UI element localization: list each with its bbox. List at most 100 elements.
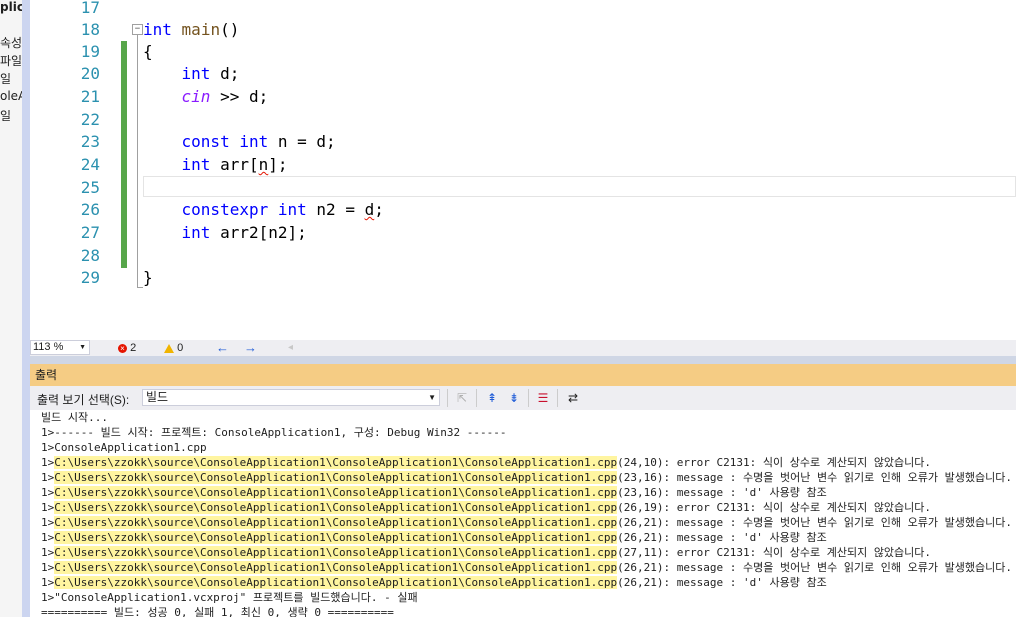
- zoom-value: 113 %: [33, 341, 64, 353]
- error-circle-icon: ×: [118, 343, 127, 353]
- code-line-23[interactable]: const int n = d;: [143, 131, 336, 153]
- output-line: 1>C:\Users\zzokk\source\ConsoleApplicati…: [41, 500, 931, 515]
- line-number: 24: [80, 155, 100, 174]
- tree-item-file[interactable]: 일: [0, 70, 11, 87]
- line-number: 21: [80, 87, 100, 106]
- output-line: 1>"ConsoleApplication1.vcxproj" 프로젝트를 빌드…: [41, 590, 418, 605]
- pane-splitter[interactable]: [30, 356, 1016, 364]
- output-line-prefix: 1>: [41, 516, 55, 529]
- keyword: constexpr: [181, 200, 269, 219]
- output-file-path-link[interactable]: C:\Users\zzokk\source\ConsoleApplication…: [54, 561, 618, 574]
- code-text: d;: [210, 64, 240, 83]
- output-line-prefix: 1>: [41, 561, 55, 574]
- output-message: (26,21): message : 'd' 사용량 참조: [617, 531, 827, 544]
- output-toolbar: 출력 보기 선택(S): 빌드 ▼ ⇱ ⇞ ⇟ ☰ ⇄: [30, 386, 1016, 410]
- output-file-path-link[interactable]: C:\Users\zzokk\source\ConsoleApplication…: [54, 516, 618, 529]
- clear-all-icon[interactable]: ☰: [535, 390, 551, 406]
- code-line-19[interactable]: {: [143, 41, 153, 63]
- output-line: 1>C:\Users\zzokk\source\ConsoleApplicati…: [41, 575, 827, 590]
- output-message: (26,21): message : 수명을 벗어난 변수 읽기로 인해 오류가…: [617, 516, 1012, 529]
- keyword: int: [239, 132, 269, 151]
- keyword: int: [181, 64, 211, 83]
- output-message: (26,21): message : 'd' 사용량 참조: [617, 576, 827, 589]
- output-message: (24,10): error C2131: 식이 상수로 계산되지 않았습니다.: [617, 456, 932, 469]
- output-text-area[interactable]: 빌드 시작... 1>------ 빌드 시작: 프로젝트: ConsoleApp…: [30, 410, 1016, 617]
- word-wrap-icon[interactable]: ⇄: [565, 390, 581, 406]
- code-editor[interactable]: 17 18 19 20 21 22 23 24 25 26 27 28 29 −…: [30, 0, 1016, 340]
- output-line-prefix: 1>------ 빌드 시작: 프로젝트: ConsoleApplication…: [41, 426, 507, 439]
- output-line-prefix: 1>"ConsoleApplication1.vcxproj" 프로젝트를 빌드…: [41, 591, 418, 604]
- output-file-path-link[interactable]: C:\Users\zzokk\source\ConsoleApplication…: [54, 471, 618, 484]
- output-file-path-link[interactable]: C:\Users\zzokk\source\ConsoleApplication…: [54, 546, 618, 559]
- error-count: 2: [130, 342, 137, 354]
- output-window-title[interactable]: 출력: [30, 364, 1016, 386]
- output-line: 1>------ 빌드 시작: 프로젝트: ConsoleApplication…: [41, 425, 506, 440]
- output-line: 1>C:\Users\zzokk\source\ConsoleApplicati…: [41, 560, 1012, 575]
- output-source-label: 출력 보기 선택(S):: [37, 393, 130, 407]
- next-message-icon[interactable]: ⇟: [506, 390, 522, 406]
- output-line-prefix: 1>: [41, 456, 55, 469]
- output-file-path-link[interactable]: C:\Users\zzokk\source\ConsoleApplication…: [54, 531, 618, 544]
- code-line-29[interactable]: }: [143, 267, 153, 289]
- error-count-button[interactable]: × 2: [118, 341, 136, 355]
- warning-count-button[interactable]: 0: [164, 341, 183, 355]
- line-number: 22: [80, 110, 100, 129]
- output-line-prefix: 1>: [41, 471, 55, 484]
- code-line-27[interactable]: int arr2[n2];: [143, 222, 307, 244]
- output-file-path-link[interactable]: C:\Users\zzokk\source\ConsoleApplication…: [54, 576, 618, 589]
- code-line-26[interactable]: constexpr int n2 = d;: [143, 199, 384, 221]
- zoom-dropdown[interactable]: 113 % ▼: [30, 340, 90, 355]
- line-number: 23: [80, 132, 100, 151]
- line-number: 29: [80, 268, 100, 287]
- keyword: int: [181, 223, 211, 242]
- keyword: int: [143, 20, 172, 39]
- output-line: 1>C:\Users\zzokk\source\ConsoleApplicati…: [41, 545, 931, 560]
- output-line: 1>C:\Users\zzokk\source\ConsoleApplicati…: [41, 485, 827, 500]
- line-number: 18: [80, 20, 100, 39]
- go-to-source-icon[interactable]: ⇱: [454, 390, 470, 406]
- chevron-down-icon: ▼: [428, 393, 436, 402]
- code-line-24[interactable]: int arr[n];: [143, 154, 288, 176]
- panel-divider[interactable]: [22, 0, 30, 617]
- error-squiggle[interactable]: n: [259, 155, 269, 174]
- line-number: 20: [80, 64, 100, 83]
- warning-count: 0: [177, 342, 184, 354]
- tree-item-properties[interactable]: 속성: [0, 34, 22, 51]
- output-message: (26,21): message : 수명을 벗어난 변수 읽기로 인해 오류가…: [617, 561, 1012, 574]
- collapse-toggle[interactable]: −: [132, 24, 143, 35]
- output-message: (23,16): message : 'd' 사용량 참조: [617, 486, 827, 499]
- line-number: 19: [80, 42, 100, 61]
- output-file-path-link[interactable]: C:\Users\zzokk\source\ConsoleApplication…: [54, 501, 618, 514]
- scroll-left-icon[interactable]: ◂: [288, 340, 293, 355]
- output-line-prefix: 1>ConsoleApplication1.cpp: [41, 441, 207, 454]
- tree-item-console-app[interactable]: oleA: [0, 89, 22, 103]
- output-line-prefix: 1>: [41, 486, 55, 499]
- output-line-prefix: 빌드 시작...: [41, 411, 108, 424]
- solution-explorer-panel: plica 속성 파일 일 oleA 일: [0, 0, 22, 617]
- code-text: ;: [374, 200, 384, 219]
- keyword: const: [181, 132, 230, 151]
- current-line-highlight: [143, 176, 1016, 197]
- output-file-path-link[interactable]: C:\Users\zzokk\source\ConsoleApplication…: [54, 456, 618, 469]
- change-tracking-bar: [121, 41, 127, 268]
- function-name: main: [181, 20, 221, 39]
- code-text: ];: [268, 155, 288, 174]
- error-squiggle[interactable]: d: [365, 200, 375, 219]
- output-source-dropdown[interactable]: 빌드 ▼: [142, 389, 440, 406]
- tree-item-file-2[interactable]: 일: [0, 107, 11, 124]
- solution-explorer-title: plica: [0, 0, 22, 14]
- code-line-18[interactable]: int main(): [143, 19, 239, 41]
- arrow-forward-icon[interactable]: →: [244, 340, 257, 355]
- prev-message-icon[interactable]: ⇞: [484, 390, 500, 406]
- output-line-prefix: ========== 빌드: 성공 0, 실패 1, 최신 0, 생략 0 ==…: [41, 606, 394, 617]
- output-message: (26,19): error C2131: 식이 상수로 계산되지 않았습니다.: [617, 501, 932, 514]
- output-line: ========== 빌드: 성공 0, 실패 1, 최신 0, 생략 0 ==…: [41, 605, 394, 617]
- tree-item-files[interactable]: 파일: [0, 52, 22, 69]
- line-number-gutter: 17 18 19 20 21 22 23 24 25 26 27 28 29: [30, 0, 100, 340]
- output-line: 1>C:\Users\zzokk\source\ConsoleApplicati…: [41, 455, 931, 470]
- output-file-path-link[interactable]: C:\Users\zzokk\source\ConsoleApplication…: [54, 486, 618, 499]
- arrow-back-icon[interactable]: ←: [216, 340, 229, 355]
- code-line-20[interactable]: int d;: [143, 63, 240, 85]
- code-line-21[interactable]: cin >> d;: [143, 86, 269, 108]
- line-number: 25: [80, 178, 100, 197]
